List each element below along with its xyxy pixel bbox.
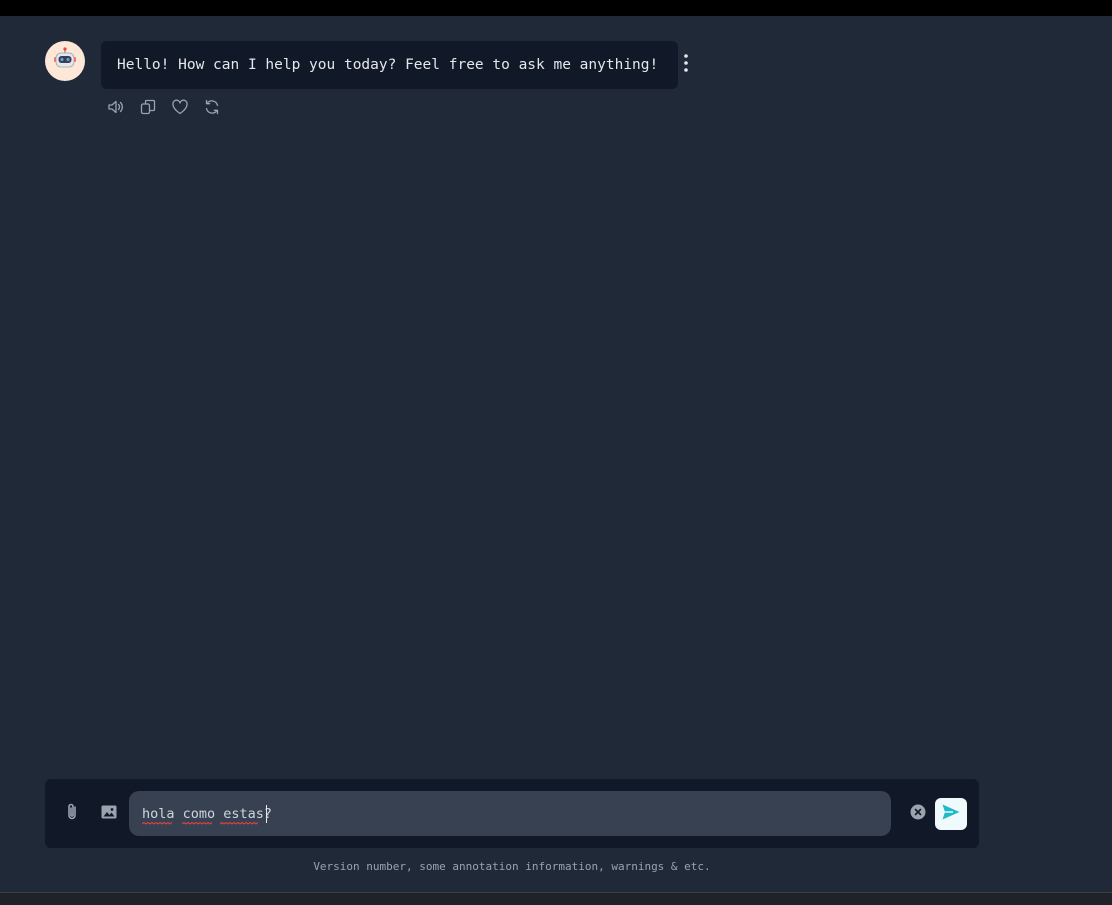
read-aloud-button[interactable] — [106, 98, 126, 120]
message-options-button[interactable] — [677, 52, 695, 78]
attach-file-button[interactable] — [61, 803, 83, 825]
regenerate-button[interactable] — [202, 98, 222, 120]
window-top-bar — [0, 0, 1112, 16]
copy-button[interactable] — [138, 98, 158, 120]
window-bottom-bar — [0, 892, 1112, 905]
text-caret — [266, 805, 267, 823]
assistant-message-text: Hello! How can I help you today? Feel fr… — [117, 57, 659, 73]
upload-image-button[interactable] — [98, 803, 120, 825]
send-icon — [941, 803, 961, 825]
message-composer — [45, 779, 979, 848]
refresh-icon — [203, 98, 221, 120]
heart-icon — [171, 98, 189, 120]
footer-note: Version number, some annotation informat… — [313, 860, 711, 873]
paperclip-icon — [63, 802, 81, 826]
assistant-avatar[interactable] — [45, 41, 85, 81]
send-button[interactable] — [935, 798, 967, 830]
message-actions — [106, 98, 222, 120]
speaker-icon — [107, 98, 125, 120]
assistant-message-bubble: Hello! How can I help you today? Feel fr… — [101, 41, 678, 89]
spellcheck-underline — [182, 822, 212, 825]
like-button[interactable] — [170, 98, 190, 120]
spellcheck-underline — [220, 822, 258, 825]
message-input-container — [129, 791, 891, 836]
spellcheck-underline — [142, 822, 172, 825]
message-input[interactable] — [142, 791, 882, 836]
robot-icon — [52, 46, 78, 76]
clear-icon — [910, 804, 926, 824]
image-icon — [100, 803, 118, 825]
clear-input-button[interactable] — [909, 804, 927, 824]
copy-icon — [139, 98, 157, 120]
more-vertical-icon — [683, 53, 689, 77]
